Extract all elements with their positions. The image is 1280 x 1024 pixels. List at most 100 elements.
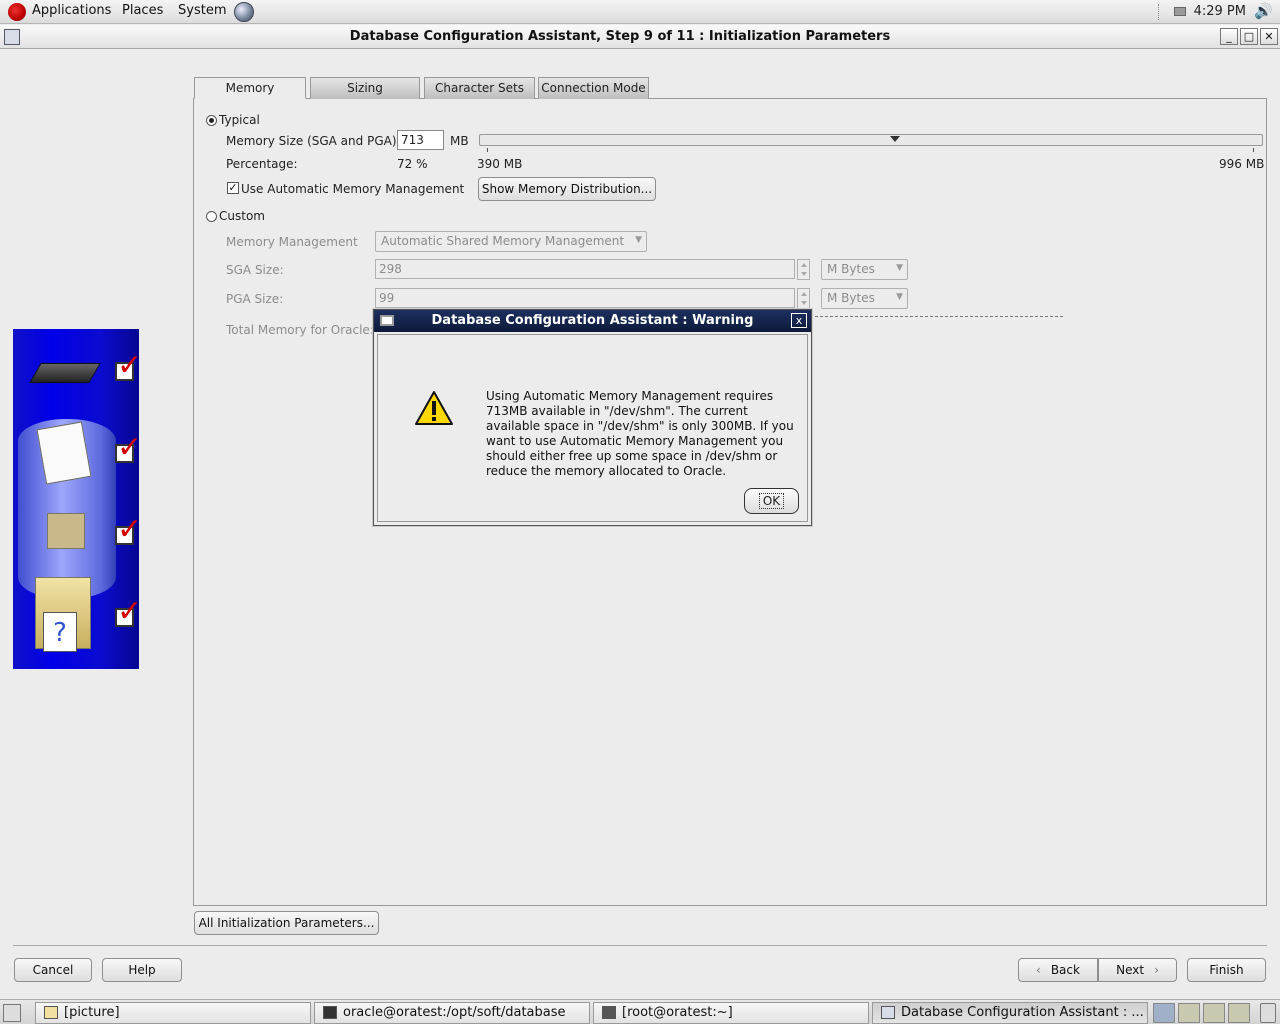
workspace-1[interactable] (1153, 1003, 1175, 1023)
menu-places[interactable]: Places (122, 3, 163, 18)
help-button[interactable]: Help (102, 958, 182, 982)
warning-dialog: Database Configuration Assistant : Warni… (373, 309, 812, 526)
sga-size-spinner[interactable] (797, 259, 810, 280)
show-memory-distribution-button[interactable]: Show Memory Distribution... (478, 177, 656, 201)
window-titlebar: Database Configuration Assistant, Step 9… (0, 25, 1280, 49)
dialog-close-button[interactable]: x (791, 313, 807, 328)
slider-tick (1253, 148, 1254, 152)
terminal-icon (602, 1006, 616, 1019)
custom-label: Custom (219, 209, 265, 223)
chevron-down-icon: ▼ (896, 292, 903, 302)
taskbar-item-root-terminal[interactable]: [root@oratest:~] (593, 1002, 869, 1024)
checkmark-icon: ✓ (117, 430, 143, 465)
chevron-down-icon: ▼ (635, 235, 642, 245)
slider-tick (487, 148, 488, 152)
checkmark-icon: ✓ (117, 348, 143, 383)
dialog-title: Database Configuration Assistant : Warni… (431, 313, 754, 328)
memory-management-label: Memory Management (226, 235, 358, 249)
memory-size-label: Memory Size (SGA and PGA): (226, 134, 401, 148)
pga-size-input[interactable]: 99 (375, 288, 795, 308)
percentage-value: 72 % (397, 157, 428, 171)
show-desktop-icon[interactable] (3, 1004, 21, 1022)
tab-character-sets[interactable]: Character Sets (424, 77, 535, 99)
memory-slider[interactable] (479, 134, 1263, 146)
tab-sizing[interactable]: Sizing (310, 77, 420, 99)
wizard-step-image: ? ✓ ✓ ✓ ✓ (13, 329, 143, 669)
shapes-icon (47, 513, 85, 549)
ok-button[interactable]: OK (744, 488, 799, 514)
memory-management-select[interactable]: Automatic Shared Memory Management ▼ (375, 231, 647, 252)
clock[interactable]: 4:29 PM (1194, 4, 1246, 19)
taskbar-item-label: [picture] (64, 1005, 120, 1020)
custom-radio[interactable] (206, 211, 217, 222)
typical-label: Typical (219, 113, 260, 127)
chevron-right-icon: › (1154, 963, 1159, 977)
tray-icon[interactable] (1174, 7, 1186, 16)
checkmark-icon: ✓ (117, 594, 143, 629)
workspace-3[interactable] (1203, 1003, 1225, 1023)
pga-size-spinner[interactable] (797, 288, 810, 309)
menu-system[interactable]: System (178, 3, 226, 18)
folder-icon (44, 1006, 58, 1019)
workspace-2[interactable] (1178, 1003, 1200, 1023)
top-panel: Applications Places System 4:29 PM 🔊 (0, 0, 1280, 24)
menu-applications[interactable]: Applications (32, 3, 111, 18)
finish-button[interactable]: Finish (1187, 958, 1266, 982)
next-button[interactable]: Next › (1098, 958, 1177, 982)
window-title: Database Configuration Assistant, Step 9… (349, 29, 891, 44)
checkmark-icon: ✓ (117, 512, 143, 547)
pga-unit-select[interactable]: M Bytes ▼ (821, 288, 908, 309)
next-label: Next (1116, 963, 1145, 977)
volume-icon[interactable]: 🔊 (1254, 2, 1274, 22)
sga-size-input[interactable]: 298 (375, 259, 795, 279)
slider-max-label: 996 MB (1219, 157, 1265, 171)
taskbar-item-dbca[interactable]: Database Configuration Assistant : ... (872, 1002, 1148, 1024)
back-button[interactable]: ‹ Back (1018, 958, 1098, 982)
minimize-button[interactable]: _ (1220, 28, 1238, 45)
sga-size-label: SGA Size: (226, 263, 284, 277)
chevron-left-icon: ‹ (1036, 963, 1041, 977)
amm-label: Use Automatic Memory Management (241, 182, 465, 196)
pga-unit-value: M Bytes (827, 291, 875, 305)
dialog-message: Using Automatic Memory Management requir… (486, 389, 794, 478)
taskbar-item-label: oracle@oratest:/opt/soft/database (343, 1005, 566, 1020)
taskbar: [picture] oracle@oratest:/opt/soft/datab… (0, 999, 1280, 1024)
warning-triangle-icon (415, 391, 453, 425)
taskbar-item-picture[interactable]: [picture] (35, 1002, 311, 1024)
help-document-icon: ? (43, 612, 77, 652)
maximize-button[interactable]: □ (1240, 28, 1258, 45)
taskbar-item-oracle-terminal[interactable]: oracle@oratest:/opt/soft/database (314, 1002, 590, 1024)
memory-management-value: Automatic Shared Memory Management (381, 234, 625, 248)
ok-label: OK (758, 493, 785, 509)
pga-size-label: PGA Size: (226, 292, 284, 306)
dialog-titlebar[interactable]: Database Configuration Assistant : Warni… (374, 310, 811, 332)
documents-icon (36, 421, 92, 485)
slider-min-label: 390 MB (477, 157, 523, 171)
network-icon[interactable] (234, 2, 254, 22)
chevron-down-icon: ▼ (896, 263, 903, 273)
taskbar-item-label: Database Configuration Assistant : ... (901, 1005, 1144, 1020)
memory-size-unit: MB (450, 134, 469, 148)
panel-separator (1158, 4, 1159, 20)
tab-memory[interactable]: Memory (194, 77, 306, 99)
sga-unit-value: M Bytes (827, 262, 875, 276)
terminal-icon (323, 1006, 337, 1019)
typical-radio[interactable] (206, 115, 217, 126)
fedora-logo-icon[interactable] (8, 3, 26, 21)
memory-size-input[interactable]: 713 (397, 130, 444, 150)
taskbar-item-label: [root@oratest:~] (622, 1005, 733, 1020)
total-memory-label: Total Memory for Oracle: (226, 323, 374, 337)
app-icon (881, 1006, 895, 1019)
tab-connection-mode[interactable]: Connection Mode (538, 77, 649, 99)
workspace-4[interactable] (1228, 1003, 1250, 1023)
cancel-button[interactable]: Cancel (14, 958, 92, 982)
sga-unit-select[interactable]: M Bytes ▼ (821, 259, 908, 280)
memory-chip-icon (29, 363, 101, 383)
close-window-button[interactable]: ✕ (1260, 28, 1278, 45)
amm-checkbox[interactable]: ✓ (227, 182, 239, 194)
percentage-label: Percentage: (226, 157, 298, 171)
memory-slider-thumb[interactable] (888, 135, 902, 145)
trash-icon[interactable] (1260, 1003, 1276, 1023)
all-initialization-parameters-button[interactable]: All Initialization Parameters... (194, 911, 379, 935)
divider (13, 945, 1267, 946)
